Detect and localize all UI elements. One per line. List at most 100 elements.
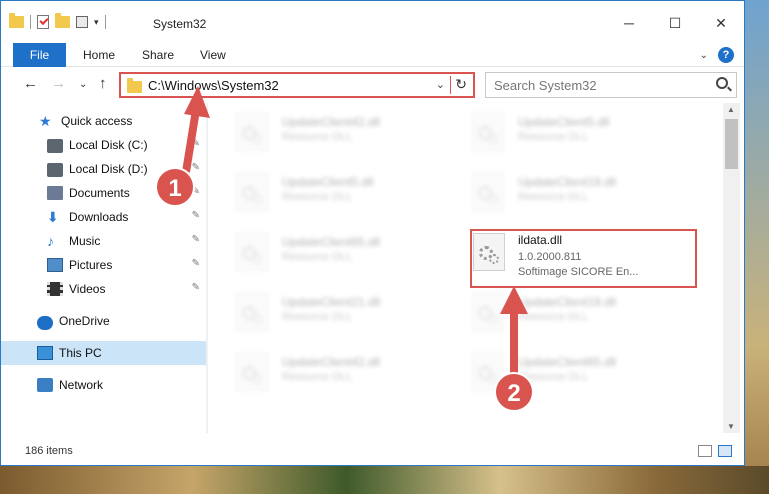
download-icon: ⬇ bbox=[47, 209, 59, 225]
pin-icon[interactable]: ✎ bbox=[192, 282, 200, 293]
file-type: Resource DLL bbox=[282, 131, 353, 143]
rename-icon[interactable] bbox=[76, 16, 88, 28]
drive-icon bbox=[47, 139, 63, 153]
window-controls: ─ ☐ ✕ bbox=[606, 9, 744, 39]
search-icon[interactable] bbox=[716, 77, 728, 89]
sidebar-item-label: Quick access bbox=[61, 114, 133, 128]
search-input[interactable]: Search System32 bbox=[485, 72, 737, 98]
file-type: Resource DLL bbox=[518, 311, 589, 323]
recent-locations-chevron-icon[interactable]: ⌄ bbox=[79, 79, 87, 90]
pin-icon[interactable]: ✎ bbox=[192, 258, 200, 269]
drive-icon bbox=[47, 163, 63, 177]
star-icon: ★ bbox=[39, 113, 52, 129]
properties-check-icon[interactable] bbox=[37, 15, 49, 29]
tiles-view-icon[interactable] bbox=[718, 445, 732, 457]
ribbon-expand-icon[interactable]: ⌄ bbox=[700, 50, 708, 61]
address-bar[interactable]: C:\Windows\System32 ⌄ ↻ bbox=[119, 72, 475, 98]
back-arrow-icon[interactable]: ← bbox=[23, 75, 38, 92]
sidebar-item-music[interactable]: ♪ Music ✎ bbox=[1, 229, 206, 253]
file-type: Resource DLL bbox=[518, 131, 589, 143]
selected-file-description: Softimage SICORE En... bbox=[518, 266, 639, 278]
sidebar-item-label: Music bbox=[69, 234, 101, 248]
sidebar-item-label: Pictures bbox=[69, 258, 113, 272]
scrollbar-thumb[interactable] bbox=[725, 119, 738, 169]
sidebar-item-label: Local Disk (C:) bbox=[69, 138, 148, 152]
ribbon-tabs: File Home Share View ⌄ ? bbox=[1, 41, 744, 67]
sidebar-item-this-pc[interactable]: This PC bbox=[1, 341, 206, 365]
pin-icon[interactable]: ✎ bbox=[192, 234, 200, 245]
file-item[interactable]: UpdateClient19.dll Resource DLL bbox=[444, 167, 674, 215]
sidebar-item-onedrive[interactable]: OneDrive bbox=[1, 309, 206, 333]
file-list: UpdateClient42.dll Resource DLL UpdateCl… bbox=[208, 103, 723, 433]
pin-icon[interactable]: ✎ bbox=[192, 162, 200, 173]
up-arrow-icon[interactable]: ↑ bbox=[99, 75, 107, 92]
selected-file-name[interactable]: ildata.dll bbox=[518, 233, 562, 247]
file-item[interactable]: UpdateClient42.dll Resource DLL bbox=[208, 107, 438, 155]
sidebar-item-quick-access[interactable]: ★ Quick access bbox=[1, 109, 206, 133]
sidebar-item-videos[interactable]: Videos ✎ bbox=[1, 277, 206, 301]
sidebar-item-label: This PC bbox=[59, 346, 102, 360]
toolbar-divider bbox=[30, 15, 31, 29]
file-item[interactable]: UpdateClient21.dll Resource DLL bbox=[208, 287, 438, 335]
file-item[interactable]: UpdateClient42.dll Resource DLL bbox=[208, 347, 438, 395]
step-2-badge: 2 bbox=[494, 372, 534, 412]
dll-file-icon bbox=[236, 113, 268, 151]
customize-dropdown-icon[interactable]: ▾ bbox=[94, 17, 99, 28]
sidebar-item-label: Documents bbox=[69, 186, 130, 200]
help-icon[interactable]: ? bbox=[718, 47, 734, 63]
forward-arrow-icon[interactable]: → bbox=[51, 75, 66, 92]
dll-file-icon bbox=[473, 233, 505, 271]
tab-share[interactable]: Share bbox=[142, 43, 174, 67]
sidebar-item-network[interactable]: Network bbox=[1, 373, 206, 397]
tab-view[interactable]: View bbox=[200, 43, 226, 67]
pin-icon[interactable]: ✎ bbox=[192, 138, 200, 149]
file-item[interactable]: UpdateClient5.dll Resource DLL bbox=[208, 167, 438, 215]
toolbar-divider bbox=[104, 15, 106, 29]
file-item[interactable]: UpdateClient65.dll Resource DLL bbox=[444, 347, 674, 395]
file-name: UpdateClient42.dll bbox=[282, 355, 381, 369]
file-name: UpdateClient21.dll bbox=[282, 295, 381, 309]
dll-file-icon bbox=[472, 173, 504, 211]
file-explorer-window: ▾ System32 ─ ☐ ✕ File Home Share View ⌄ … bbox=[0, 0, 745, 466]
documents-icon bbox=[47, 186, 63, 200]
tab-home[interactable]: Home bbox=[83, 43, 115, 67]
file-name: UpdateClient5.dll bbox=[282, 175, 374, 189]
scroll-down-icon[interactable]: ▼ bbox=[727, 422, 735, 431]
sidebar-item-pictures[interactable]: Pictures ✎ bbox=[1, 253, 206, 277]
address-divider bbox=[450, 76, 451, 94]
sidebar-item-local-disk-c[interactable]: Local Disk (C:) ✎ bbox=[1, 133, 206, 157]
selected-file-version: 1.0.2000.811 bbox=[518, 251, 582, 263]
refresh-icon[interactable]: ↻ bbox=[455, 76, 467, 93]
item-count: 186 items bbox=[25, 445, 73, 457]
folder-icon bbox=[127, 78, 142, 93]
vertical-scrollbar[interactable]: ▲ ▼ bbox=[723, 103, 740, 433]
file-item[interactable]: UpdateClient19.dll Resource DLL bbox=[444, 287, 674, 335]
navigation-bar: ← → ⌄ ↑ C:\Windows\System32 ⌄ ↻ Search S… bbox=[1, 67, 744, 103]
dll-file-icon bbox=[236, 353, 268, 391]
folder-icon bbox=[9, 13, 24, 28]
sidebar-item-label: OneDrive bbox=[59, 314, 110, 328]
address-dropdown-icon[interactable]: ⌄ bbox=[436, 78, 445, 91]
tab-file[interactable]: File bbox=[13, 43, 66, 67]
file-item[interactable]: UpdateClient65.dll Resource DLL bbox=[208, 227, 438, 275]
minimize-button[interactable]: ─ bbox=[606, 9, 652, 39]
navigation-pane: ★ Quick access Local Disk (C:) ✎ Local D… bbox=[1, 103, 208, 433]
new-folder-icon[interactable] bbox=[55, 13, 70, 28]
file-type: Resource DLL bbox=[282, 311, 353, 323]
dll-file-icon bbox=[472, 293, 504, 331]
cloud-icon bbox=[37, 315, 53, 330]
file-name: UpdateClient65.dll bbox=[282, 235, 381, 249]
maximize-button[interactable]: ☐ bbox=[652, 9, 698, 39]
status-bar: 186 items bbox=[1, 441, 744, 463]
file-type: Resource DLL bbox=[518, 191, 589, 203]
close-button[interactable]: ✕ bbox=[698, 9, 744, 39]
sidebar-item-downloads[interactable]: ⬇ Downloads ✎ bbox=[1, 205, 206, 229]
file-name: UpdateClient5.dll bbox=[518, 115, 610, 129]
file-item[interactable]: UpdateClient5.dll Resource DLL bbox=[444, 107, 674, 155]
address-path[interactable]: C:\Windows\System32 bbox=[148, 78, 279, 93]
scroll-up-icon[interactable]: ▲ bbox=[727, 105, 735, 114]
dll-file-icon bbox=[236, 233, 268, 271]
pin-icon[interactable]: ✎ bbox=[192, 210, 200, 221]
details-view-icon[interactable] bbox=[698, 445, 712, 457]
sidebar-item-label: Downloads bbox=[69, 210, 129, 224]
